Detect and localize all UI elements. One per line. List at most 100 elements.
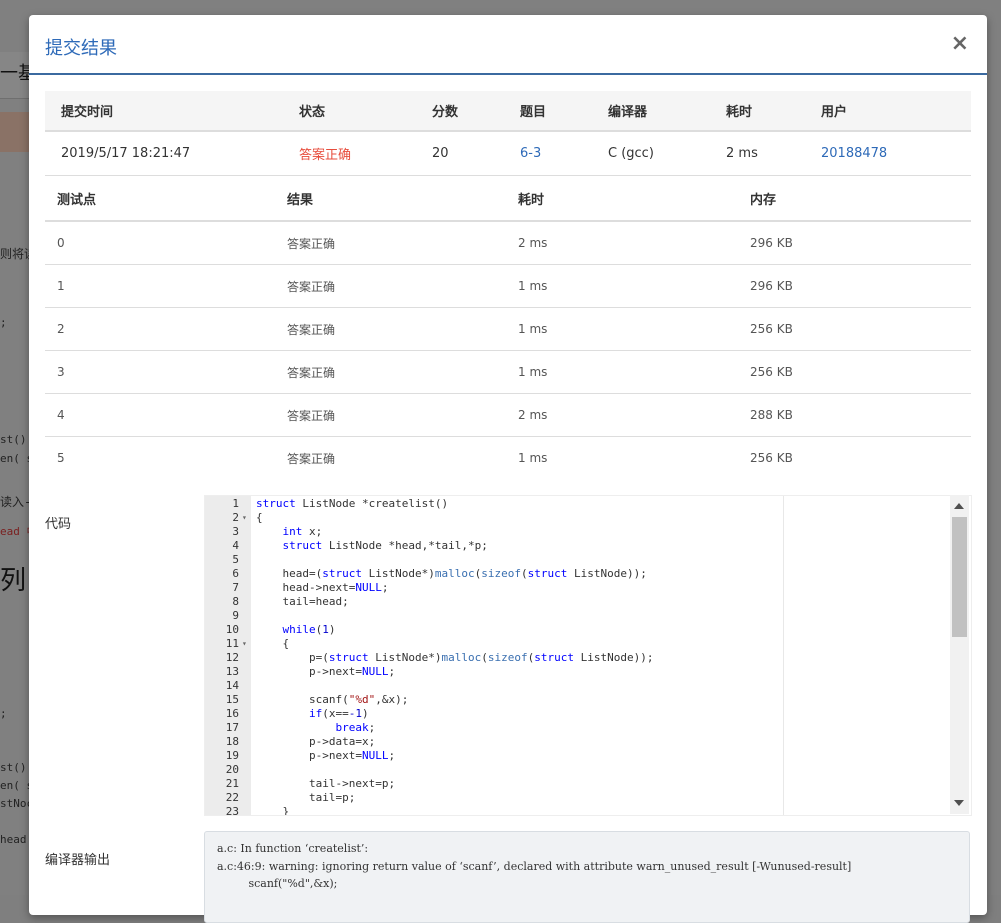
case-result: 答案正确 [275, 307, 506, 351]
header-submit-time: 提交时间 [45, 91, 299, 132]
code-text: struct ListNode *head,*tail,*p; [282, 539, 488, 552]
scroll-thumb[interactable] [952, 517, 967, 637]
line-number: 22 [225, 791, 239, 804]
code-text: head->next=NULL; [256, 581, 389, 594]
case-time: 1 ms [506, 264, 738, 308]
code-line: 12 p=(struct ListNode*)malloc(sizeof(str… [205, 651, 971, 665]
line-number: 17 [225, 721, 239, 734]
header-memory: 内存 [738, 176, 971, 222]
compiler-line: a.c: In function ‘createlist’: [217, 842, 369, 855]
code-line: 23 } [205, 805, 971, 816]
line-number: 1 [232, 497, 239, 510]
fold-arrow-icon[interactable]: ▾ [242, 511, 247, 525]
status-value: 答案正确 [299, 131, 432, 176]
case-result: 答案正确 [275, 221, 506, 265]
code-line: 17 break; [205, 721, 971, 735]
code-text: if(x==-1) [308, 707, 369, 720]
line-number: 12 [225, 651, 239, 664]
case-time: 2 ms [506, 221, 738, 265]
case-time: 1 ms [506, 307, 738, 351]
scroll-down-icon[interactable] [954, 800, 964, 806]
line-number: 4 [232, 539, 239, 552]
summary-row: 2019/5/17 18:21:47 答案正确 20 6-3 C (gcc) 2… [45, 131, 971, 176]
line-number: 15 [225, 693, 239, 706]
code-line: 14 [205, 679, 971, 693]
case-time: 2 ms [506, 393, 738, 437]
bg-fragment: ; [0, 707, 7, 720]
code-line: 4 struct ListNode *head,*tail,*p; [205, 539, 971, 553]
user-link[interactable]: 20188478 [821, 131, 971, 176]
fold-arrow-icon[interactable]: ▾ [242, 637, 247, 651]
line-number: 11 [225, 637, 239, 650]
header-result: 结果 [275, 176, 506, 222]
line-number: 14 [225, 679, 239, 692]
modal-title: 提交结果 [45, 38, 117, 59]
header-time: 耗时 [506, 176, 738, 222]
table-row: 3 答案正确 1 ms 256 KB [45, 350, 971, 394]
case-result: 答案正确 [275, 393, 506, 437]
code-text: { [256, 511, 263, 524]
case-id: 3 [45, 350, 275, 394]
case-time: 1 ms [506, 350, 738, 394]
line-number: 6 [232, 567, 239, 580]
code-line: 9 [205, 609, 971, 623]
case-id: 0 [45, 221, 275, 265]
submission-result-modal: 提交结果 × 提交时间 状态 分数 题目 编译器 耗时 用户 2019/5/17… [29, 15, 987, 923]
bg-fragment: st() [0, 433, 27, 446]
code-text: tail=head; [256, 595, 349, 608]
case-result: 答案正确 [287, 451, 336, 466]
code-text: break; [335, 721, 376, 734]
line-number: 2 [232, 511, 239, 524]
compiler-line: a.c:46:9: warning: ignoring return value… [217, 860, 852, 873]
code-line: 15 scanf("%d",&x); [205, 693, 971, 707]
code-text: p->next=NULL; [256, 749, 396, 762]
code-text: int x; [282, 525, 323, 538]
case-id: 1 [45, 264, 275, 308]
bg-fragment: head [0, 833, 27, 846]
code-line: 2 ▾ { [205, 511, 971, 525]
score-value: 20 [432, 131, 520, 176]
code-line: 11 ▾ { [205, 637, 971, 651]
code-line: 6 head=(struct ListNode*)malloc(sizeof(s… [205, 567, 971, 581]
case-memory: 256 KB [750, 451, 793, 465]
table-row: 2 答案正确 1 ms 256 KB [45, 307, 971, 351]
line-number: 13 [225, 665, 239, 678]
code-line: 3 int x; [205, 525, 971, 539]
table-row: 0 答案正确 2 ms 296 KB [45, 221, 971, 265]
code-line: 7 head->next=NULL; [205, 581, 971, 595]
code-line: 22 tail=p; [205, 791, 971, 805]
line-number: 23 [225, 805, 239, 816]
line-number: 7 [232, 581, 239, 594]
case-memory: 288 KB [738, 393, 971, 437]
table-row: 1 答案正确 1 ms 296 KB [45, 264, 971, 308]
case-id: 2 [45, 307, 275, 351]
compiler-value: C (gcc) [608, 131, 726, 176]
header-elapsed: 耗时 [726, 91, 821, 132]
case-memory: 256 KB [738, 350, 971, 394]
problem-link[interactable]: 6-3 [520, 131, 608, 176]
case-id: 5 [57, 451, 65, 465]
scroll-up-icon[interactable] [954, 503, 964, 509]
code-text: p->next=NULL; [256, 665, 396, 678]
code-text: head=(struct ListNode*)malloc(sizeof(str… [256, 567, 647, 580]
cases-header-row: 测试点 结果 耗时 内存 [45, 176, 971, 222]
case-time: 1 ms [518, 451, 548, 465]
line-number: 21 [225, 777, 239, 790]
submit-time: 2019/5/17 18:21:47 [45, 131, 299, 176]
elapsed-value: 2 ms [726, 131, 821, 176]
code-editor[interactable]: 1 struct ListNode *createlist() 2 ▾{3 int x… [204, 495, 972, 816]
case-memory: 256 KB [738, 307, 971, 351]
case-memory: 296 KB [738, 221, 971, 265]
compiler-output: a.c: In function ‘createlist’: a.c:46:9:… [204, 831, 970, 923]
close-icon[interactable]: × [951, 31, 969, 56]
code-scrollbar[interactable] [950, 495, 969, 814]
table-row: 5 答案正确 1 ms 256 KB [45, 437, 971, 480]
code-text: while(1) [282, 623, 336, 636]
code-text: struct ListNode *createlist() [256, 497, 449, 510]
bg-fragment: 读入- [0, 495, 32, 509]
code-text: { [256, 637, 290, 650]
summary-table: 提交时间 状态 分数 题目 编译器 耗时 用户 2019/5/17 18:21:… [45, 91, 971, 176]
line-number: 20 [225, 763, 239, 776]
compiler-line: scanf("%d",&x); [217, 877, 338, 890]
bg-fragment: ; [0, 316, 7, 329]
